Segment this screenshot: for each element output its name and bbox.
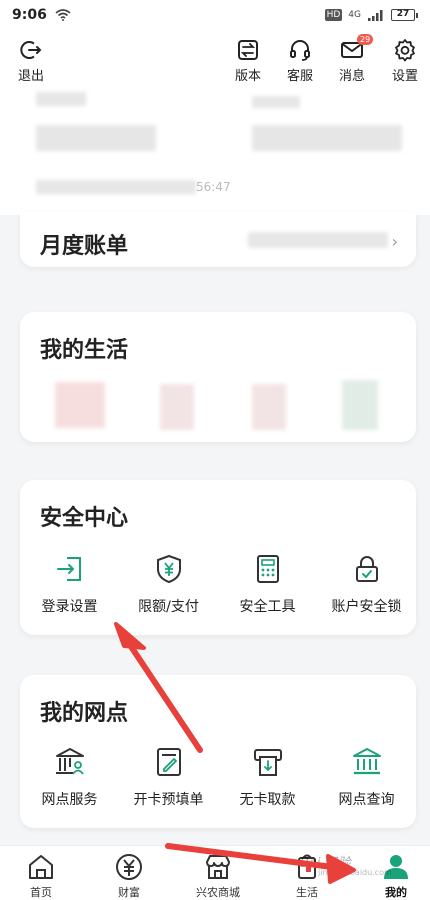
wifi-icon — [55, 9, 71, 21]
nav-mine-label: 我的 — [385, 886, 407, 899]
version-icon — [238, 40, 258, 60]
calculator-icon — [256, 555, 279, 583]
message-button[interactable]: 29 消息 — [330, 34, 374, 84]
customer-service-button[interactable]: 客服 — [278, 38, 322, 84]
profile-area[interactable]: 56:47 — [0, 90, 430, 215]
exit-button[interactable]: 退出 — [9, 38, 53, 84]
battery-level: 27 — [391, 9, 415, 21]
status-time: 9:06 — [12, 7, 47, 23]
blurred-text — [248, 232, 388, 248]
security-center-card: 安全中心 登录设置 限额/支付 安全工具 账户安全锁 — [20, 480, 416, 635]
monthly-bill-card[interactable]: 月度账单 › — [20, 212, 416, 267]
headset-icon — [290, 40, 310, 61]
gear-icon — [395, 39, 415, 62]
cardless-withdrawal-button[interactable]: 无卡取款 — [218, 745, 317, 809]
branch-service-button[interactable]: 网点服务 — [20, 745, 119, 809]
status-bar: 9:06 HD 4G 27 — [0, 0, 430, 30]
status-indicators: HD 4G 27 — [324, 9, 418, 21]
form-edit-icon — [156, 748, 181, 776]
shop-icon — [206, 855, 230, 879]
nav-mall-label: 兴农商城 — [196, 886, 240, 899]
cardless-withdrawal-label: 无卡取款 — [239, 792, 296, 808]
branch-query-label: 网点查询 — [338, 792, 395, 808]
nav-wealth-label: 财富 — [118, 886, 140, 899]
monthly-bill-title: 月度账单 — [40, 234, 129, 259]
yen-icon — [116, 854, 142, 880]
version-label: 版本 — [234, 69, 261, 84]
message-label: 消息 — [338, 69, 365, 84]
nav-home[interactable]: 首页 — [6, 852, 76, 900]
hd-badge: HD — [324, 9, 343, 21]
blurred-icon[interactable] — [342, 380, 378, 430]
lock-icon — [355, 556, 378, 582]
login-settings-button[interactable]: 登录设置 — [20, 552, 119, 616]
my-branch-card: 我的网点 网点服务 开卡预填单 无卡取款 网点查询 — [20, 675, 416, 828]
exit-label: 退出 — [17, 69, 44, 84]
security-tools-button[interactable]: 安全工具 — [218, 552, 317, 616]
security-tools-label: 安全工具 — [239, 599, 296, 615]
blurred-icon[interactable] — [252, 384, 286, 430]
card-prefill-label: 开卡预填单 — [133, 792, 204, 808]
watermark-url: jingyan.baidu.com — [318, 868, 392, 877]
network-type: 4G — [348, 9, 361, 20]
blurred-text — [252, 96, 300, 108]
atm-icon — [253, 749, 282, 776]
security-center-title: 安全中心 — [40, 506, 129, 531]
limit-payment-label: 限额/支付 — [138, 599, 199, 615]
exit-icon — [20, 41, 42, 59]
blurred-text — [252, 125, 402, 151]
blurred-icon[interactable] — [160, 384, 194, 430]
blurred-icon[interactable] — [55, 382, 105, 428]
branch-query-button[interactable]: 网点查询 — [317, 745, 416, 809]
login-settings-label: 登录设置 — [41, 599, 98, 615]
battery-icon: 27 — [391, 9, 418, 21]
blurred-text — [36, 125, 156, 151]
version-button[interactable]: 版本 — [226, 38, 270, 84]
limit-payment-button[interactable]: 限额/支付 — [119, 552, 218, 616]
blurred-text — [36, 180, 196, 194]
top-header: 退出 版本 客服 29 消息 设置 — [0, 30, 430, 90]
customer-service-label: 客服 — [286, 69, 313, 84]
blurred-text — [36, 92, 86, 106]
my-life-title: 我的生活 — [40, 338, 129, 363]
shield-yen-icon — [156, 554, 181, 584]
nav-wealth[interactable]: 财富 — [94, 852, 164, 900]
signal-icon — [368, 10, 383, 21]
user-icon — [384, 855, 408, 879]
login-icon — [56, 557, 81, 581]
profile-time: 56:47 — [196, 180, 231, 194]
nav-life-label: 生活 — [296, 886, 318, 899]
chevron-right-icon: › — [391, 232, 398, 251]
my-life-card: 我的生活 — [20, 312, 416, 442]
nav-mall[interactable]: 兴农商城 — [183, 852, 253, 900]
account-lock-label: 账户安全锁 — [331, 599, 402, 615]
message-badge: 29 — [357, 34, 374, 45]
nav-home-label: 首页 — [30, 886, 52, 899]
bank-person-icon — [55, 748, 84, 775]
settings-label: 设置 — [391, 69, 418, 84]
home-icon — [29, 855, 53, 879]
card-prefill-button[interactable]: 开卡预填单 — [119, 745, 218, 809]
branch-service-label: 网点服务 — [41, 792, 98, 808]
my-branch-title: 我的网点 — [40, 701, 129, 726]
bank-icon — [352, 748, 381, 775]
settings-button[interactable]: 设置 — [383, 38, 427, 84]
account-lock-button[interactable]: 账户安全锁 — [317, 552, 416, 616]
